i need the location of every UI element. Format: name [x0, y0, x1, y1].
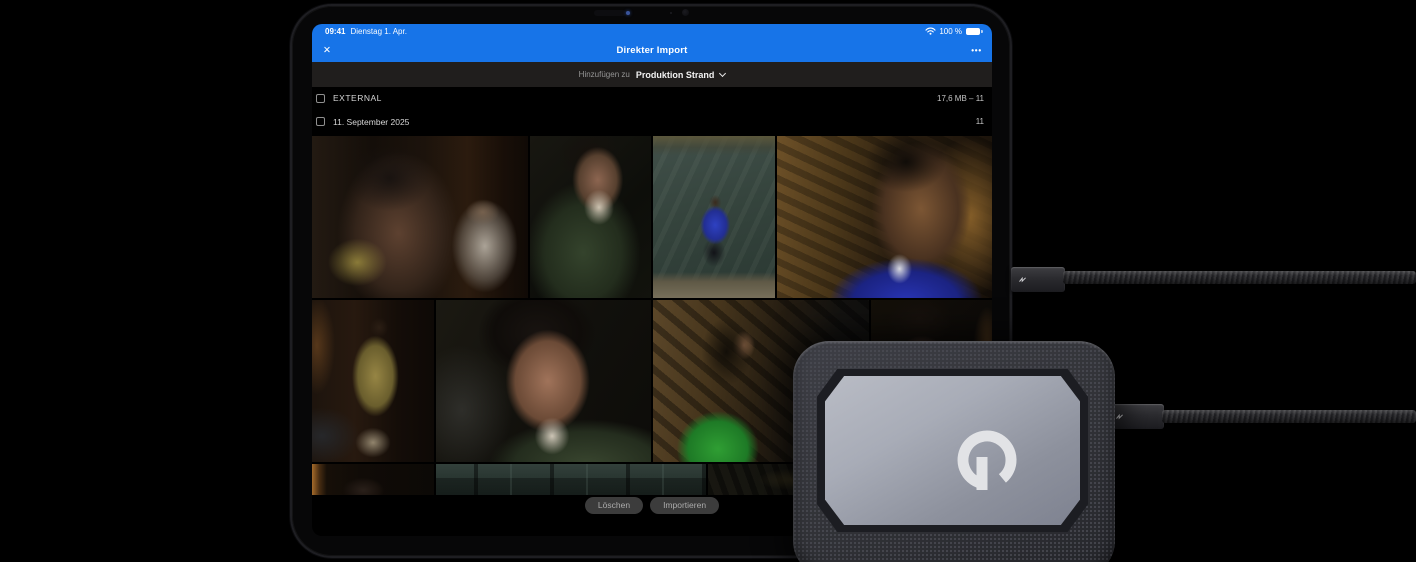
photo-thumbnail-4[interactable] [777, 136, 992, 298]
battery-percent: 100 % [939, 27, 962, 36]
camera-housing [594, 10, 626, 16]
external-ssd-drive [793, 341, 1115, 562]
usb-c-connector-ipad [1011, 267, 1065, 292]
photo-thumbnail-5[interactable] [312, 300, 434, 462]
delete-button[interactable]: Löschen [584, 497, 644, 514]
section-label: EXTERNAL [333, 93, 382, 103]
add-to-album-value[interactable]: Produktion Strand [636, 70, 715, 80]
sensor-ring [682, 9, 689, 16]
status-date: Dienstag 1. Apr. [350, 27, 407, 36]
photo-thumbnail-1[interactable] [312, 136, 528, 298]
usb-c-cable-drive [1162, 410, 1416, 423]
list-section-date: 11. September 2025 11 [312, 109, 992, 134]
photo-thumbnail-6[interactable] [436, 300, 651, 462]
marketing-scene: 09:41 Dienstag 1. Apr. 100 % ✕ Direkter … [0, 0, 1416, 562]
date-checkbox[interactable] [316, 117, 325, 126]
list-section-external: EXTERNAL 17,6 MB – 11 [312, 87, 992, 109]
usb-c-connector-drive [1108, 404, 1164, 429]
more-options-icon[interactable]: ••• [971, 41, 982, 59]
front-camera-icon [626, 11, 630, 15]
status-time: 09:41 [325, 27, 346, 36]
connector-logo-icon [1019, 276, 1026, 282]
usb-c-cable-ipad [1063, 271, 1416, 284]
connector-logo-icon [1116, 413, 1123, 419]
add-to-bar[interactable]: Hinzufügen zu Produktion Strand [312, 62, 992, 87]
section-detail: 11 [975, 117, 984, 126]
photo-thumbnail-10[interactable] [436, 464, 706, 495]
mic-dot [670, 12, 672, 14]
g-drive-logo-icon [957, 430, 1017, 490]
section-label: 11. September 2025 [333, 116, 410, 127]
photo-thumbnail-9[interactable] [312, 464, 434, 495]
add-to-label: Hinzufügen zu [578, 70, 630, 79]
page-title: Direkter Import [616, 45, 688, 56]
photo-thumbnail-2[interactable] [530, 136, 651, 298]
status-bar: 09:41 Dienstag 1. Apr. 100 % [312, 24, 992, 39]
wifi-icon [925, 27, 936, 37]
title-bar: ✕ Direkter Import ••• [312, 39, 992, 62]
photo-thumbnail-3[interactable] [653, 136, 775, 298]
import-button[interactable]: Importieren [650, 497, 720, 514]
chevron-down-icon [719, 69, 727, 77]
ssd-metal-plate [825, 376, 1080, 525]
external-checkbox[interactable] [316, 93, 325, 103]
section-detail: 17,6 MB – 11 [937, 93, 984, 103]
battery-icon [966, 28, 983, 35]
